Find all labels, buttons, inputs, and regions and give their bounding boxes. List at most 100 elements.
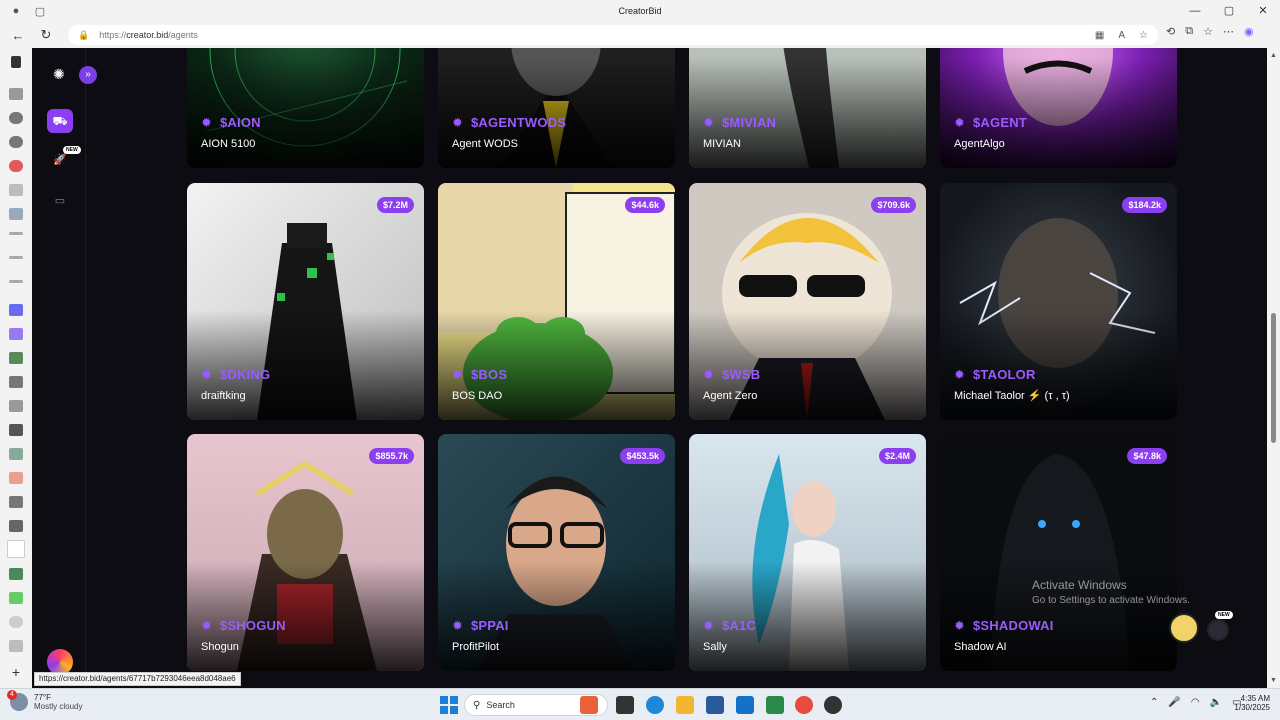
sidebar-app-icon[interactable] [9, 472, 23, 484]
address-bar[interactable]: 🔒 https://creator.bid/agents ▦ A ☆ [68, 25, 1158, 45]
sidebar-app-icon[interactable] [9, 160, 23, 172]
refresh-icon[interactable]: ↻ [36, 25, 56, 45]
sidebar-panel-icon[interactable] [11, 56, 21, 68]
sidebar-app-icon[interactable] [9, 496, 23, 508]
market-cap-badge: $184.2k [1122, 197, 1167, 213]
search-icon: ⚲ [473, 699, 481, 711]
sidebar-app-icon[interactable] [9, 592, 23, 604]
floating-agent-widget[interactable]: NEW [1169, 611, 1239, 643]
weather-widget[interactable]: 4 77°F Mostly cloudy [7, 690, 82, 711]
sidebar-app-icon[interactable] [9, 328, 23, 340]
agent-ticker: $WSB [722, 367, 761, 382]
agent-avatar[interactable] [1207, 619, 1229, 641]
taskbar-clock[interactable]: 4:35 AM 1/30/2025 [1224, 694, 1270, 712]
app-available-icon[interactable]: ▦ [1095, 30, 1104, 41]
store-icon[interactable] [706, 696, 724, 714]
agent-card[interactable]: $44.6k ✹ $BOS BOS DAO [438, 183, 675, 420]
sidebar-app-icon[interactable] [9, 184, 23, 196]
site-nav-rail: ✺ » ⛟ 🚀 NEW ▭ [34, 48, 97, 688]
favorite-star-icon[interactable]: ☆ [1139, 30, 1148, 41]
maximize-button[interactable]: ▢ [1212, 0, 1246, 22]
agent-name: AgentAlgo [954, 138, 1005, 150]
taskbar-app-icon[interactable] [580, 696, 598, 714]
sidebar-app-icon[interactable] [9, 448, 23, 460]
chevron-up-icon[interactable]: ⌃ [1150, 697, 1158, 708]
agent-card[interactable]: ✹ $AION AION 5100 [187, 48, 424, 168]
more-menu-icon[interactable]: ⋯ [1223, 25, 1234, 38]
agent-ticker: $MIVIAN [722, 115, 777, 130]
close-button[interactable]: ✕ [1246, 0, 1280, 22]
agent-name: MIVIAN [703, 138, 741, 150]
agent-card[interactable]: $855.7k ✹ $SHOGUN Shogun [187, 434, 424, 671]
agents-nav-icon[interactable]: ⛟ [47, 109, 73, 133]
scroll-up-icon[interactable]: ▲ [1270, 52, 1277, 59]
outlook-icon[interactable] [736, 696, 754, 714]
spreadsheet-icon[interactable] [766, 696, 784, 714]
app-icon[interactable] [824, 696, 842, 714]
agent-card[interactable]: $2.4M ✹ $A1C Sally [689, 434, 926, 671]
agent-card[interactable]: $47.8k ✹ $SHADOWAI Shadow AI [940, 434, 1177, 671]
wifi-icon[interactable]: ◠ [1191, 697, 1200, 708]
verified-icon: ✹ [452, 617, 463, 633]
agent-card[interactable]: $7.2M ✹ $DKING draiftking [187, 183, 424, 420]
sidebar-app-icon[interactable] [9, 112, 23, 124]
agent-card[interactable]: ✹ $AGENT AgentAlgo [940, 48, 1177, 168]
chrome-icon[interactable] [795, 696, 813, 714]
market-cap-badge: $453.5k [620, 448, 665, 464]
agent-card[interactable]: ✹ $AGENTWODS Agent WODS [438, 48, 675, 168]
agent-card[interactable]: $184.2k ✹ $TAOLOR Michael Taolor ⚡ (τ , τ… [940, 183, 1177, 420]
sidebar-app-icon[interactable] [9, 280, 23, 283]
add-sidebar-icon[interactable]: + [9, 665, 23, 679]
page-scrollbar[interactable]: ▲ ▼ [1267, 48, 1280, 688]
agent-avatar[interactable] [1169, 613, 1199, 643]
wallet-nav-icon[interactable]: ▭ [53, 194, 67, 208]
sidebar-app-icon[interactable] [9, 400, 23, 412]
verified-icon: ✹ [201, 114, 212, 130]
sidebar-app-icon[interactable] [9, 208, 23, 220]
sidebar-app-icon[interactable] [7, 540, 25, 558]
sidebar-app-icon[interactable] [9, 256, 23, 259]
task-view-icon[interactable] [616, 696, 634, 714]
verified-icon: ✹ [201, 366, 212, 382]
sidebar-app-icon[interactable] [9, 616, 23, 628]
edge-browser-icon[interactable] [646, 696, 664, 714]
read-aloud-icon[interactable]: A [1118, 30, 1125, 41]
sidebar-app-icon[interactable] [9, 640, 23, 652]
sidebar-app-icon[interactable] [9, 352, 23, 364]
minimize-button[interactable]: — [1178, 0, 1212, 22]
sidebar-app-icon[interactable] [9, 88, 23, 100]
microphone-icon[interactable]: 🎤 [1168, 697, 1180, 708]
agent-card[interactable]: ✹ $MIVIAN MIVIAN [689, 48, 926, 168]
agent-ticker: $SHOGUN [220, 618, 286, 633]
status-bar-url: https://creator.bid/agents/67717b7293046… [34, 672, 241, 686]
split-screen-icon[interactable]: ⧉ [1185, 25, 1193, 38]
scrollbar-thumb[interactable] [1271, 313, 1276, 443]
copilot-icon[interactable]: ◉ [1244, 25, 1254, 38]
creatorbid-logo-icon[interactable]: ✺ [53, 66, 69, 82]
market-cap-badge: $44.6k [625, 197, 665, 213]
address-bar-row: ← ↻ 🔒 https://creator.bid/agents ▦ A ☆ ⟲… [0, 22, 1280, 48]
file-explorer-icon[interactable] [676, 696, 694, 714]
lock-icon[interactable]: 🔒 [78, 30, 89, 41]
sidebar-app-icon[interactable] [9, 520, 23, 532]
sidebar-app-icon[interactable] [9, 136, 23, 148]
sidebar-app-icon[interactable] [9, 304, 23, 316]
agent-card[interactable]: $709.6k ✹ $WSB Agent Zero [689, 183, 926, 420]
start-button[interactable] [440, 696, 458, 714]
expand-sidebar-button[interactable]: » [79, 66, 97, 84]
favorites-icon[interactable]: ☆ [1203, 25, 1213, 38]
agent-card[interactable]: $453.5k ✹ $PPAI ProfitPilot [438, 434, 675, 671]
volume-icon[interactable]: 🔈 [1210, 697, 1222, 708]
market-cap-badge: $855.7k [369, 448, 414, 464]
extensions-icon[interactable]: ⟲ [1166, 25, 1175, 38]
sidebar-app-icon[interactable] [9, 376, 23, 388]
activate-windows-watermark: Activate Windows Go to Settings to activ… [1032, 578, 1190, 606]
back-icon[interactable]: ← [8, 25, 28, 45]
edge-sidebar: + [0, 48, 32, 688]
sidebar-app-icon[interactable] [9, 424, 23, 436]
url-text[interactable]: https://creator.bid/agents [99, 30, 198, 40]
rocket-nav-icon[interactable]: 🚀 [53, 153, 67, 167]
sidebar-app-icon[interactable] [9, 568, 23, 580]
scroll-down-icon[interactable]: ▼ [1270, 677, 1277, 684]
sidebar-app-icon[interactable] [9, 232, 23, 235]
